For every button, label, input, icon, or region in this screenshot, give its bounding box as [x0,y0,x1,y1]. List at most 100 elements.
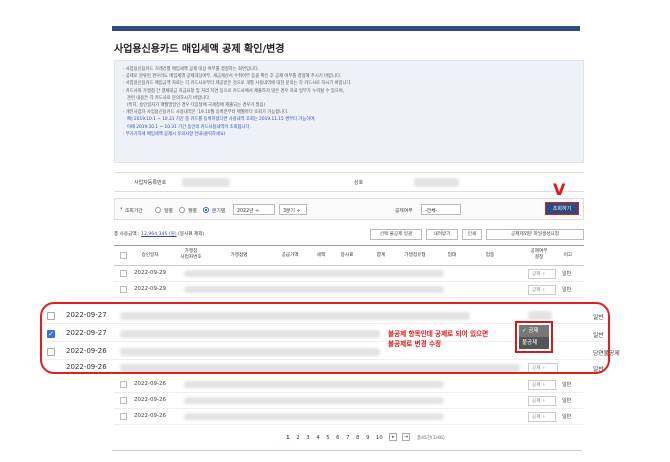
total-row: 총 사용금액 : 12,964,345 (원) (봉사료 제외) 선택 불공제 … [114,229,584,241]
row-checkbox[interactable] [120,413,127,420]
biz-number-value-redacted [182,178,230,187]
period-label: 조회기간 [125,209,143,214]
row-date: 2022-09-29 [134,270,166,276]
row-checkbox[interactable] [47,312,55,320]
row-redacted-data [184,413,444,420]
select-all-checkbox[interactable] [120,252,127,259]
notice-line: · 카드사와 가맹점 간 결제대금 지급요청 및 처리 지연 등으로 카드사에서… [123,88,345,94]
page-link[interactable]: 9 [366,435,369,441]
row-checkbox[interactable] [120,286,127,293]
next-page-icon[interactable]: ▸ [389,433,398,441]
row-checkbox-checked[interactable]: ✓ [47,330,55,338]
col-supply-amount: 공급가액 [281,253,299,258]
annotation-line-1: 불공제 항목인데 공제로 되어 있으면 [388,330,489,338]
col-business-type: 업태 [447,253,457,258]
row-date: 2022-09-27 [66,311,107,319]
page-link[interactable]: 8 [356,435,359,441]
bulk-nondeduct-button[interactable]: 선택 불공제 일괄 [370,229,422,240]
year-select[interactable]: 2022년 ÷ [233,204,275,215]
row-checkbox[interactable] [120,397,127,404]
row-remark: 일반 [562,287,572,293]
col-tax: 세액 [316,253,326,258]
row-redacted-data [120,364,520,372]
col-merchant-type: 가맹점유형 [404,253,426,258]
annotation-text: 불공제 항목인데 공제로 되어 있으면 불공제로 변경 수정 [388,329,488,349]
row-deduction-select[interactable]: 공제 ÷ [528,412,556,422]
row-remark: 일반 [593,367,604,373]
total-amount-link[interactable]: 12,964,345 (원) [141,232,177,237]
radio-quarterly-label: 분기별 [212,209,226,214]
page: 사업용신용카드 매입세액 공제 확인/변경 · 사업용신용카드 거래건별 매입세… [0,0,670,462]
row-deduction-select[interactable]: 공제 ÷ [528,380,556,390]
deduction-filter-label: 공제여부 [395,209,413,214]
radio-daily[interactable] [155,207,161,213]
row-redacted-data [120,312,470,320]
notice-line: · 사업용신용카드 매입금액 자료는 각 카드사로부터 제공받은 것으로 개별 … [123,81,352,87]
row-redacted-data [120,348,380,356]
check-annotation-mark: V [553,180,566,199]
row-deduction-select[interactable]: 공제 ÷ [528,269,556,279]
row-deduction-select-redacted [528,311,552,320]
row-remark: 당연불공제 [593,351,620,357]
total-prefix: 총 사용금액 : [114,232,142,237]
row-redacted-data [184,381,444,388]
notice-line: 예) 2019.10.1 ~ 10.31 기간 중 카드를 등록하셨다면 사용내… [127,117,316,123]
last-page-icon[interactable]: ⇥ [402,433,411,441]
table-row[interactable]: 2022-09-29 공제 ÷ 일반 [114,282,584,298]
search-button[interactable]: 조회하기 [545,202,579,215]
page-link[interactable]: 6 [336,435,339,441]
col-total: 합계 [376,253,386,258]
radio-daily-label: 일별 [164,209,173,214]
annotation-line-2: 불공제로 변경 수정 [388,340,442,348]
page-link[interactable]: 4 [316,435,319,441]
row-date: 2022-09-26 [134,381,166,387]
notice-line: 이때 2019.10.1 ~ 10.31 기간 동안의 카드사용내역이 조회됩니… [127,124,251,130]
radio-quarterly[interactable] [203,207,209,213]
notice-line: · 사업용신용카드 거래건별 매입세액 공제 대상 여부를 결정하는 화면입니다… [123,67,260,72]
pagination: 1 2 3 4 5 6 7 8 9 10 ▸ ⇥ 총45건(1/46) [286,433,450,443]
quarter-select[interactable]: 3분기 ÷ [279,204,307,215]
notice-guide-link[interactable]: · 부가가치세 매입세액 공제시 유의사항 안내(클릭하세요) [123,131,575,138]
biz-number-label: 사업자등록번호 [134,180,167,186]
row-date: 2022-09-26 [134,413,166,419]
col-merchant-name: 가맹점명 [230,253,248,258]
dropdown-option-deduct[interactable]: ✓ 공제 [519,325,549,337]
row-deduction-select[interactable]: 공제 ÷ [528,285,556,295]
dropdown-option-nondeduct[interactable]: 불공제 [519,337,549,349]
table-row[interactable]: 2022-09-26 공제 ÷ 일반 [114,393,584,409]
col-industry: 업종 [485,253,495,258]
deduction-dropdown-open[interactable]: ✓ 공제 불공제 [515,321,553,353]
page-link[interactable]: 5 [326,435,329,441]
row-checkbox[interactable] [47,348,55,356]
header-bar [112,26,580,31]
radio-monthly[interactable] [179,207,185,213]
total-suffix: (봉사료 제외) [176,232,205,237]
row-deduction-select[interactable]: 공제 ÷ [528,363,558,373]
page-link[interactable]: 10 [376,435,383,441]
page-total: 총45건(1/46) [416,435,445,441]
required-mark: • [120,207,123,212]
row-remark: 일반 [562,271,572,277]
row-remark: 일반 [562,382,572,388]
row-date: 2022-09-29 [134,286,166,292]
table-row[interactable]: 2022-09-26 공제 ÷ 일반 [114,377,584,393]
row-checkbox[interactable] [120,381,127,388]
zoomed-row[interactable]: 2022-09-26 공제 ÷ 일반 [40,361,610,378]
table-header: 승인일자 가맹점 사업자번호 가맹점명 공급가액 세액 봉사료 합계 가맹점유형… [114,245,584,266]
page-link[interactable]: 7 [346,435,349,441]
notice-line: (특히, 승인일자가 매월말일인 경우 다음달에 국세청에 제출되는 경우가 많… [127,103,266,109]
company-name-label: 상호 [354,180,364,186]
table-row[interactable]: 2022-09-29 공제 ÷ 일반 [114,266,584,282]
deduction-filter-select[interactable]: -전체- [421,204,461,215]
page-link[interactable]: 1 [286,435,290,441]
page-link[interactable]: 3 [306,435,309,441]
page-link[interactable]: 2 [296,435,299,441]
row-deduction-select[interactable]: 공제 ÷ [528,396,556,406]
table-row[interactable]: 2022-09-26 공제 ÷ 일반 [114,409,584,425]
download-button[interactable]: 내려받기 [426,229,458,240]
radio-monthly-label: 월별 [188,209,197,214]
file-request-button[interactable]: 공제제외분 파일생성요청 [486,229,584,240]
row-checkbox[interactable] [120,270,127,277]
col-merchant-biz-no: 가맹점 사업자번호 [180,249,202,260]
print-button[interactable]: 인쇄 [462,229,482,240]
